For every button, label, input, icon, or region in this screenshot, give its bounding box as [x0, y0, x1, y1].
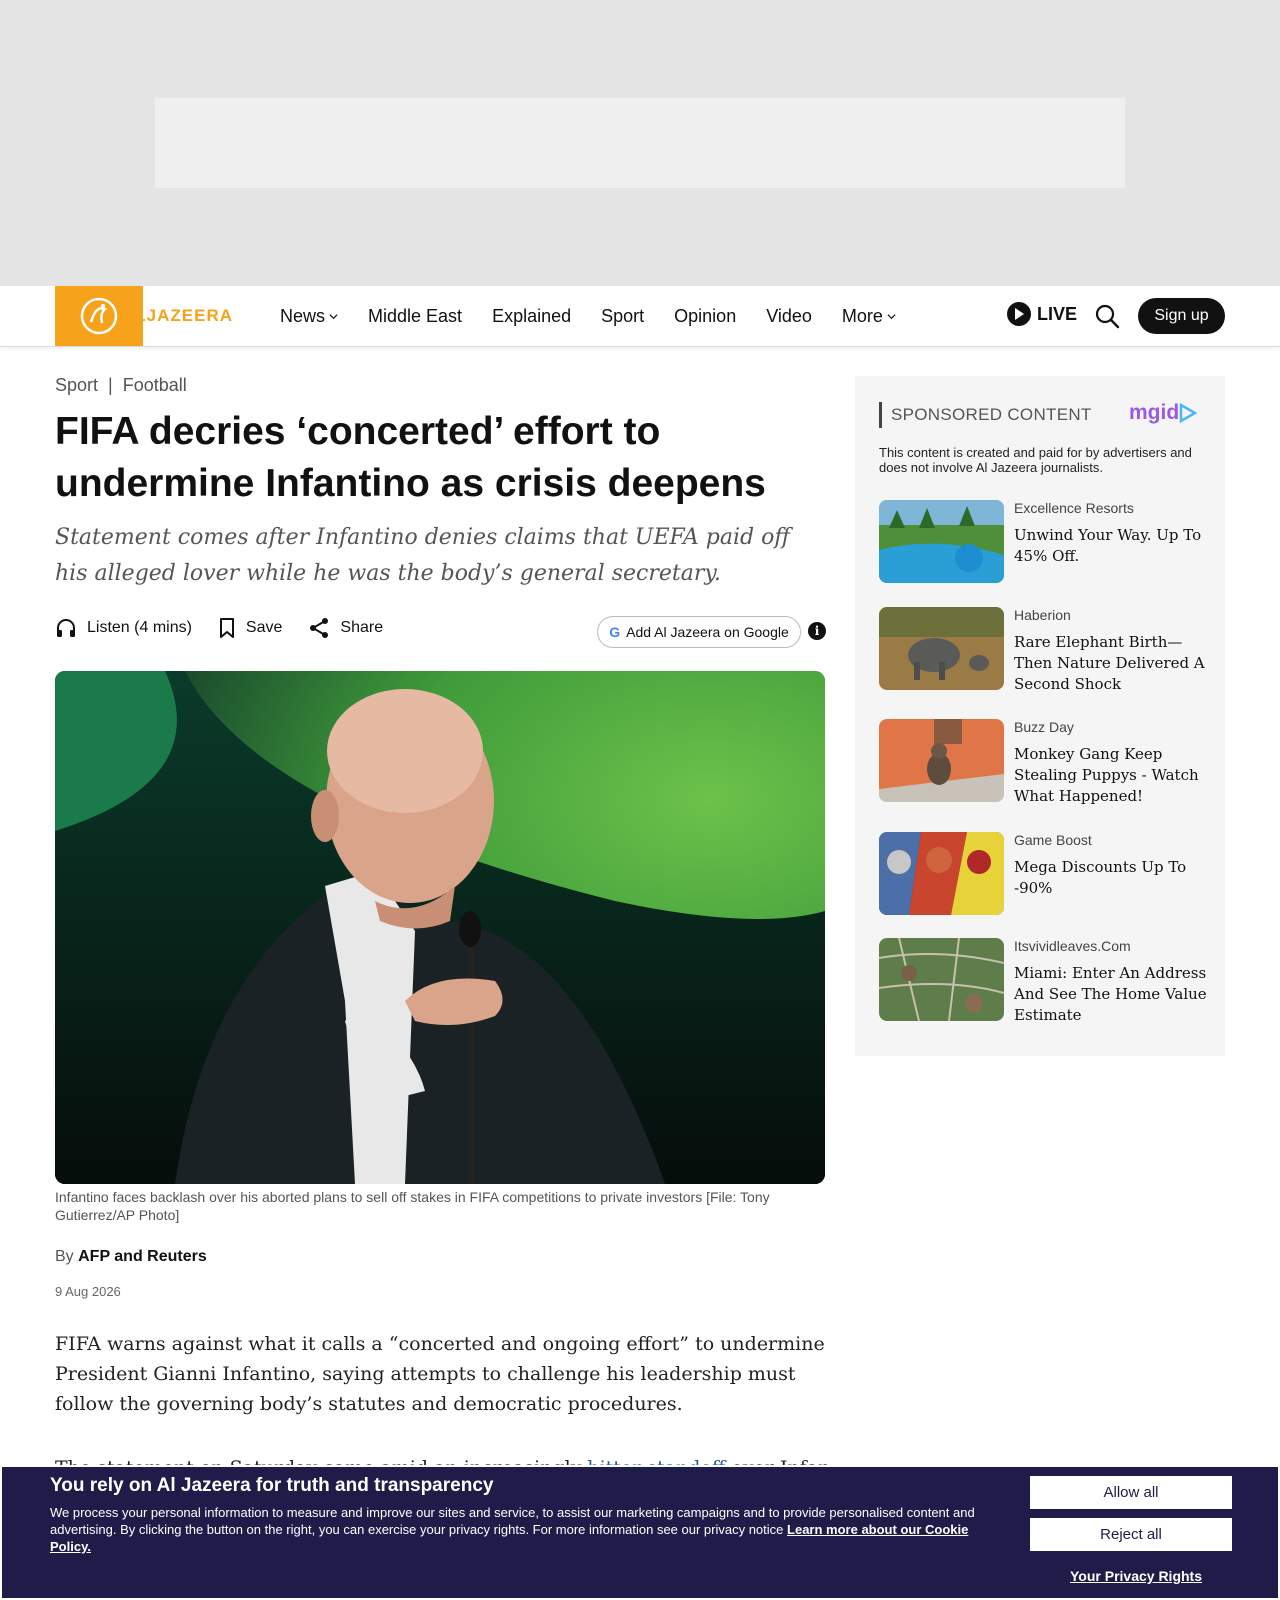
save-button[interactable]: Save: [218, 617, 282, 639]
listen-button[interactable]: Listen (4 mins): [55, 617, 192, 639]
signup-button[interactable]: Sign up: [1138, 298, 1225, 334]
nav-label: Opinion: [674, 305, 737, 326]
chevron-down-icon: [887, 313, 896, 319]
bookmark-icon: [219, 618, 234, 638]
nav-item-more[interactable]: More: [842, 306, 896, 327]
byline: By AFP and Reuters: [55, 1248, 207, 1266]
allow-all-button[interactable]: Allow all: [1030, 1476, 1232, 1509]
share-button[interactable]: Share: [308, 617, 383, 639]
nav-label: Explained: [492, 305, 572, 326]
sponsored-headline: Unwind Your Way. Up To 45% Off.: [1014, 526, 1202, 565]
divider: [879, 402, 882, 428]
sponsored-item[interactable]: Game Boost Mega Discounts Up To -90%: [879, 832, 1209, 922]
breadcrumb-sport[interactable]: Sport: [55, 375, 98, 396]
breadcrumb: Sport | Football: [55, 375, 187, 396]
nav-item-middle-east[interactable]: Middle East: [368, 306, 462, 327]
sponsored-header: SPONSORED CONTENT: [879, 402, 1092, 428]
site-header: ALJAZEERA News Middle East Explained Spo…: [0, 286, 1280, 347]
nav-label: More: [841, 305, 883, 326]
google-button-label: Add Al Jazeera on Google: [626, 624, 789, 640]
add-on-google-button[interactable]: G Add Al Jazeera on Google: [597, 616, 801, 648]
sponsored-headline: Mega Discounts Up To -90%: [1014, 858, 1187, 897]
sponsored-title: SPONSORED CONTENT: [891, 405, 1092, 424]
article-actions: Listen (4 mins) Save Share: [55, 617, 409, 639]
sponsored-thumbnail: [879, 832, 1004, 915]
logo-wordmark[interactable]: ALJAZEERA: [122, 306, 233, 326]
nav-item-news[interactable]: News: [280, 306, 338, 327]
share-icon: [310, 618, 329, 638]
sponsored-item[interactable]: Excellence Resorts Unwind Your Way. Up T…: [879, 500, 1209, 590]
save-label: Save: [245, 619, 283, 636]
sponsored-item[interactable]: Haberion Rare Elephant Birth—Then Nature…: [879, 607, 1209, 697]
sponsored-thumbnail: [879, 607, 1004, 690]
byline-author[interactable]: AFP and Reuters: [78, 1248, 207, 1265]
sponsored-source: Itsvividleaves.Com: [1014, 938, 1131, 954]
sponsored-headline: Monkey Gang Keep Stealing Puppys - Watch…: [1014, 745, 1199, 805]
main-nav: News Middle East Explained Sport Opinion…: [280, 286, 926, 346]
sponsored-source: Buzz Day: [1014, 719, 1074, 735]
article-headline: FIFA decries ‘concerted’ effort to under…: [55, 410, 766, 505]
sponsored-content: SPONSORED CONTENT mgid This content is c…: [855, 376, 1225, 1056]
sponsored-thumbnail: [879, 500, 1004, 583]
hero-image: [55, 671, 825, 1184]
sponsored-source: Game Boost: [1014, 832, 1092, 848]
ad-banner-area: [0, 0, 1280, 286]
article-deck: Statement comes after Infantino denies c…: [55, 525, 790, 586]
chevron-down-icon: [329, 313, 338, 319]
breadcrumb-football[interactable]: Football: [123, 375, 187, 396]
adchoices-icon: [1179, 403, 1198, 423]
nav-label: Sport: [601, 305, 645, 326]
image-caption: Infantino faces backlash over his aborte…: [55, 1189, 770, 1223]
nav-label: Video: [766, 305, 812, 326]
sponsored-thumbnail: [879, 719, 1004, 802]
sponsored-headline: Miami: Enter An Address And See The Home…: [1014, 964, 1207, 1024]
cookie-text: We process your personal information to …: [50, 1504, 1000, 1555]
cookie-title: You rely on Al Jazeera for truth and tra…: [50, 1475, 494, 1496]
nav-label: News: [280, 305, 326, 326]
share-label: Share: [340, 619, 384, 636]
sponsored-source: Excellence Resorts: [1014, 500, 1134, 516]
mgid-logo[interactable]: mgid: [1129, 401, 1198, 425]
sponsored-item[interactable]: Buzz Day Monkey Gang Keep Stealing Puppy…: [879, 719, 1209, 809]
info-icon[interactable]: i: [808, 622, 826, 640]
headphones-icon: [57, 619, 75, 637]
live-button[interactable]: LIVE: [1007, 302, 1077, 326]
privacy-rights-link[interactable]: Your Privacy Rights: [1070, 1568, 1202, 1584]
mgid-wordmark: mgid: [1129, 401, 1180, 424]
sponsored-note: This content is created and paid for by …: [879, 445, 1192, 475]
nav-item-sport[interactable]: Sport: [601, 306, 644, 327]
sponsored-thumbnail: [879, 938, 1004, 1021]
cookie-banner: You rely on Al Jazeera for truth and tra…: [0, 1465, 1280, 1600]
search-icon[interactable]: [1094, 303, 1120, 329]
publish-date: 9 Aug 2026: [55, 1284, 121, 1299]
sponsored-headline: Rare Elephant Birth—Then Nature Delivere…: [1014, 633, 1205, 693]
live-label: LIVE: [1037, 303, 1078, 324]
article-paragraph: FIFA warns against what it calls a “conc…: [55, 1333, 825, 1415]
nav-label: Middle East: [368, 305, 463, 326]
nav-item-video[interactable]: Video: [766, 306, 812, 327]
google-icon: G: [609, 624, 621, 640]
nav-item-explained[interactable]: Explained: [492, 306, 571, 327]
reject-all-button[interactable]: Reject all: [1030, 1518, 1232, 1551]
sponsored-item[interactable]: Itsvividleaves.Com Miami: Enter An Addre…: [879, 938, 1209, 1028]
sponsored-source: Haberion: [1014, 607, 1071, 623]
ad-slot[interactable]: [155, 98, 1125, 188]
byline-prefix: By: [55, 1248, 74, 1265]
listen-label: Listen (4 mins): [87, 619, 192, 636]
breadcrumb-separator: |: [108, 375, 113, 395]
nav-item-opinion[interactable]: Opinion: [674, 306, 736, 327]
play-icon: [1007, 302, 1031, 326]
